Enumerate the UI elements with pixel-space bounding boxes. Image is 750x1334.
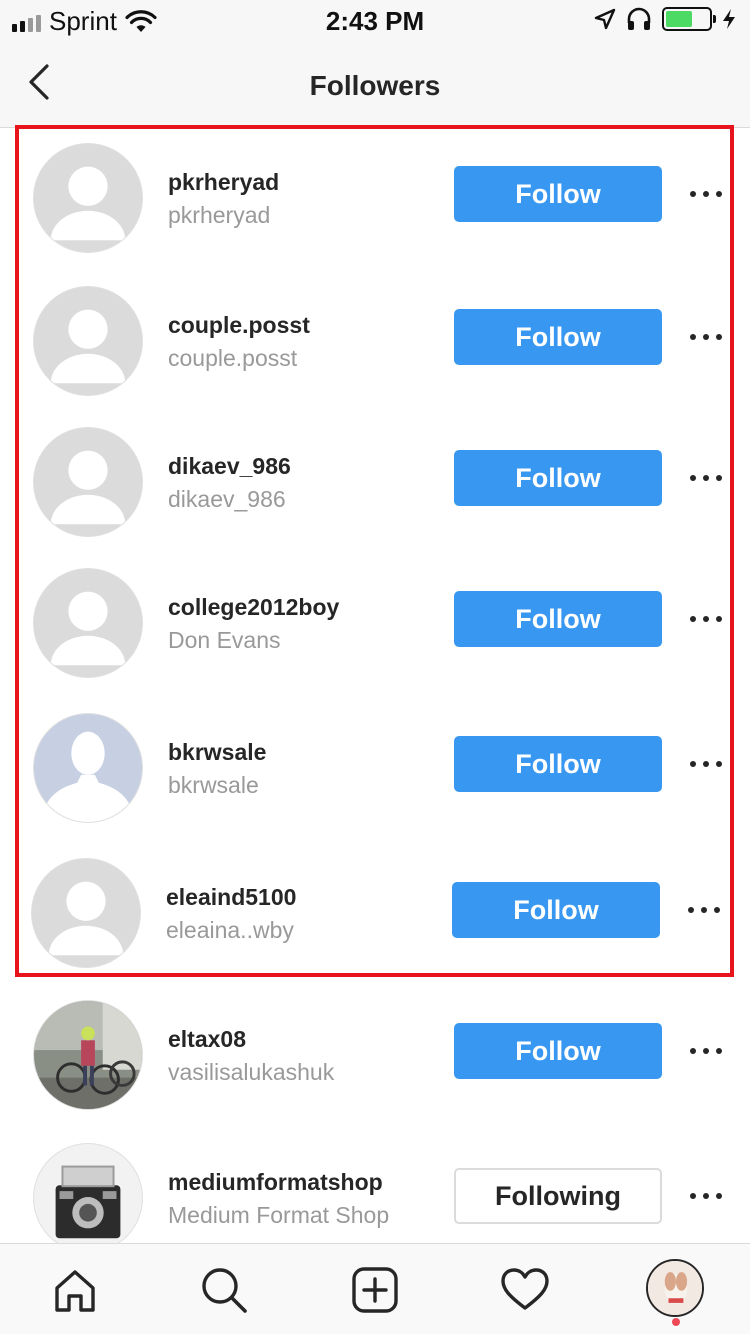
search-icon (202, 1268, 247, 1313)
battery-icon (662, 7, 716, 31)
username[interactable]: eltax08 (168, 1024, 334, 1054)
more-options-icon[interactable] (690, 1041, 722, 1061)
full-name: couple.posst (168, 345, 298, 371)
full-name: Don Evans (168, 627, 281, 653)
username[interactable]: mediumformatshop (168, 1167, 389, 1197)
follow-button[interactable]: Follow (454, 450, 662, 506)
follower-row[interactable]: bkrwsale bkrwsale Follow (0, 699, 750, 841)
new-post-icon (352, 1267, 398, 1313)
following-button[interactable]: Following (454, 1168, 662, 1224)
follow-button[interactable]: Follow (454, 736, 662, 792)
location-arrow-icon (594, 8, 616, 30)
follower-row[interactable]: college2012boy Don Evans Follow (0, 554, 750, 696)
tab-new-post[interactable] (347, 1262, 403, 1318)
nav-header: Followers (0, 40, 750, 128)
user-info: pkrheryad pkrheryad (168, 167, 279, 230)
full-name: vasilisalukashuk (168, 1059, 335, 1085)
camera-photo-avatar (34, 1144, 142, 1252)
username[interactable]: dikaev_986 (168, 451, 291, 481)
default-avatar-icon (32, 859, 140, 967)
username[interactable]: bkrwsale (168, 737, 266, 767)
avatar[interactable] (33, 286, 143, 396)
user-info: mediumformatshop Medium Format Shop (168, 1167, 389, 1230)
charging-bolt-icon (723, 9, 735, 29)
more-options-icon[interactable] (690, 754, 722, 774)
username[interactable]: eleaind5100 (166, 882, 296, 912)
full-name: pkrheryad (168, 202, 271, 228)
default-avatar-icon (34, 428, 142, 536)
follow-button[interactable]: Follow (454, 1023, 662, 1079)
username[interactable]: pkrheryad (168, 167, 279, 197)
follow-button[interactable]: Follow (454, 591, 662, 647)
username[interactable]: college2012boy (168, 592, 339, 622)
tab-activity[interactable] (497, 1262, 553, 1318)
default-avatar-icon (34, 287, 142, 395)
tab-search[interactable] (196, 1262, 252, 1318)
default-avatar-icon (34, 569, 142, 677)
full-name: bkrwsale (168, 772, 259, 798)
avatar[interactable] (31, 858, 141, 968)
more-options-icon[interactable] (690, 327, 722, 347)
follower-row[interactable]: eleaind5100 eleaina..wby Follow (0, 844, 750, 986)
tab-bar (0, 1243, 750, 1334)
silhouette-avatar-icon (34, 714, 142, 822)
follow-button[interactable]: Follow (454, 166, 662, 222)
user-info: eleaind5100 eleaina..wby (166, 882, 296, 945)
user-info: eltax08 vasilisalukashuk (168, 1024, 334, 1087)
status-right (594, 7, 736, 31)
tab-home[interactable] (47, 1262, 103, 1318)
avatar[interactable] (33, 143, 143, 253)
profile-photo-avatar (648, 1261, 702, 1315)
follow-button[interactable]: Follow (454, 309, 662, 365)
user-info: couple.posst couple.posst (168, 310, 310, 373)
tab-profile-avatar[interactable] (646, 1259, 704, 1317)
activity-heart-icon (501, 1268, 549, 1310)
follow-button[interactable]: Follow (452, 882, 660, 938)
full-name: eleaina..wby (166, 917, 294, 943)
user-info: college2012boy Don Evans (168, 592, 339, 655)
headphones-icon (627, 7, 651, 30)
default-avatar-icon (34, 144, 142, 252)
user-info: bkrwsale bkrwsale (168, 737, 266, 800)
bicycles-photo-avatar (34, 1001, 142, 1109)
full-name: Medium Format Shop (168, 1202, 390, 1228)
more-options-icon[interactable] (690, 184, 722, 204)
follower-row[interactable]: eltax08 vasilisalukashuk Follow (0, 986, 750, 1128)
avatar[interactable] (33, 427, 143, 537)
more-options-icon[interactable] (690, 1186, 722, 1206)
follower-row[interactable]: pkrheryad pkrheryad Follow (0, 129, 750, 271)
full-name: dikaev_986 (168, 486, 286, 512)
avatar[interactable] (33, 1143, 143, 1253)
username[interactable]: couple.posst (168, 310, 310, 340)
status-bar: Sprint 2:43 PM (0, 0, 750, 40)
more-options-icon[interactable] (690, 609, 722, 629)
follower-row[interactable]: couple.posst couple.posst Follow (0, 272, 750, 414)
user-info: dikaev_986 dikaev_986 (168, 451, 291, 514)
avatar[interactable] (33, 1000, 143, 1110)
page-title: Followers (309, 70, 441, 101)
more-options-icon[interactable] (688, 900, 720, 920)
follower-row[interactable]: dikaev_986 dikaev_986 Follow (0, 413, 750, 555)
avatar[interactable] (33, 713, 143, 823)
notification-dot (672, 1318, 680, 1326)
home-icon (55, 1270, 95, 1312)
more-options-icon[interactable] (690, 468, 722, 488)
avatar[interactable] (33, 568, 143, 678)
